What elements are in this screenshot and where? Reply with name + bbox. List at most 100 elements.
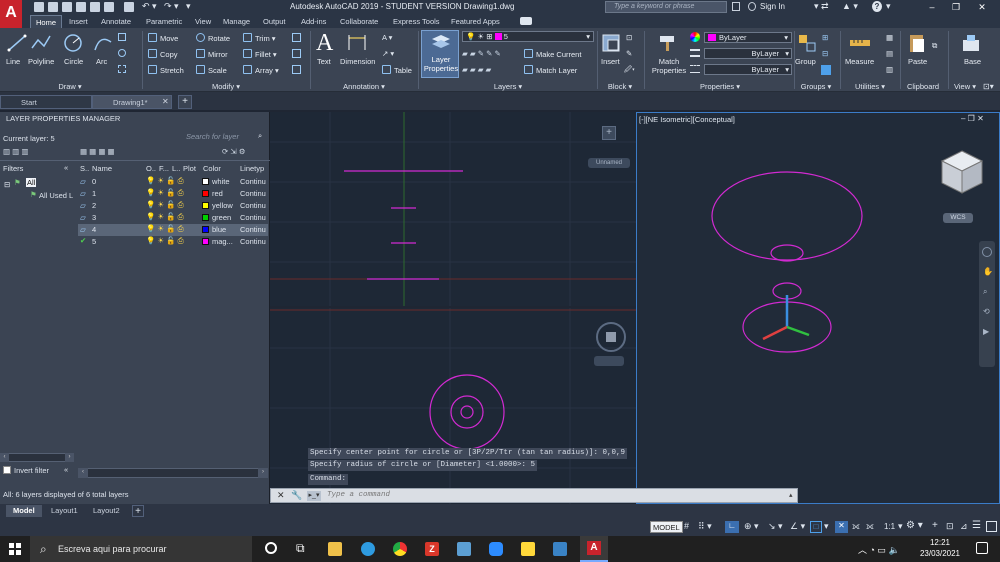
cart-icon[interactable]: ▾ ⇄ — [814, 1, 829, 12]
showmotion-icon[interactable]: ▶ — [983, 327, 989, 336]
polar-icon[interactable]: ⊕ ▾ — [744, 521, 759, 532]
redo-icon[interactable]: ↷ ▾ — [164, 1, 179, 12]
annotation-panel-label[interactable]: Annotation ▾ — [312, 81, 416, 92]
isodraft-icon[interactable]: ↘ ▾ — [768, 521, 783, 532]
autocad-logo[interactable]: A — [0, 0, 22, 28]
annotation-scale-icon[interactable]: ⟗ — [866, 521, 874, 532]
scroll-left-icon[interactable]: ‹ — [78, 468, 88, 478]
tab-featured-apps[interactable]: Featured Apps — [446, 15, 505, 28]
group-selection-icon[interactable] — [821, 65, 831, 75]
layer-on-icons[interactable]: 💡 ☀ 🔓 ⎙ — [146, 200, 184, 210]
scroll-right-icon[interactable]: › — [65, 453, 74, 462]
viewcube-top-icon[interactable]: + — [602, 126, 616, 140]
base-button[interactable]: Base — [964, 57, 981, 67]
tab-drawing1[interactable]: Drawing1* — [92, 95, 172, 109]
mirror-button[interactable]: Mirror — [196, 49, 228, 60]
command-history-toggle-icon[interactable]: ▴ — [789, 491, 793, 499]
arc-icon[interactable] — [92, 32, 114, 54]
layer-row-current[interactable]: ✔ 5 💡 ☀ 🔓 ⎙ mag... Continu — [78, 236, 268, 248]
layer-linetype[interactable]: Continu — [240, 189, 266, 198]
orbit-icon[interactable]: ⟲ — [983, 307, 990, 316]
tab-collaborate[interactable]: Collaborate — [335, 15, 383, 28]
match-properties-button[interactable]: Match Properties — [648, 57, 690, 75]
tab-add-ins[interactable]: Add-ins — [296, 15, 331, 28]
app-icon[interactable] — [521, 542, 535, 556]
filters-hscrollbar[interactable] — [0, 453, 74, 462]
layer-row[interactable]: ▱ 2 💡 ☀ 🔓 ⎙ yellow Continu — [78, 200, 268, 212]
polyline-button[interactable]: Polyline — [28, 57, 54, 67]
circle-button[interactable]: Circle — [64, 57, 83, 67]
tab-layout2[interactable]: Layout2 — [86, 505, 127, 517]
ribbon-toggle-icon[interactable] — [520, 17, 532, 25]
layer-row[interactable]: ▱ 1 💡 ☀ 🔓 ⎙ red Continu — [78, 188, 268, 200]
units-icon[interactable]: ⊡ — [946, 521, 954, 532]
col-status[interactable]: S.. — [80, 164, 89, 173]
layers-panel-label[interactable]: Layers ▾ — [420, 81, 596, 92]
tab-start[interactable]: Start — [0, 95, 92, 109]
layer-color-swatch[interactable] — [202, 202, 209, 209]
rectangle-icon[interactable] — [118, 33, 126, 41]
linetype-dropdown[interactable]: ByLayer ▾ — [704, 64, 792, 75]
layer-properties-button[interactable]: Layer Properties — [421, 30, 459, 78]
dimension-icon[interactable] — [346, 32, 368, 54]
tab-parametric[interactable]: Parametric — [141, 15, 187, 28]
scale-button[interactable]: Scale — [196, 65, 227, 76]
layer-dropdown[interactable]: 💡 ☀ ⊞ 5 ▾ — [462, 31, 594, 42]
erase-icon[interactable] — [292, 33, 301, 42]
filter-toolbar-icons[interactable]: ▥ ▥ ▥ — [3, 147, 28, 156]
quick-select-icon[interactable]: ▦ — [886, 33, 893, 43]
layer-on-icons[interactable]: 💡 ☀ 🔓 ⎙ — [146, 236, 184, 246]
viewport-front[interactable]: Specify center point for circle or [3P/2… — [270, 308, 636, 504]
customize-chevron-icon[interactable]: ▾ — [186, 1, 191, 12]
clock-date[interactable]: 23/03/2021 — [915, 549, 965, 558]
navigation-bar[interactable]: ✋ ⌕ ⟲ ▶ — [979, 241, 995, 367]
ucs-badge[interactable]: Unnamed — [588, 158, 630, 168]
taskbar-search[interactable]: Escreva aqui para procurar — [30, 536, 252, 562]
new-layout-button[interactable]: + — [132, 505, 144, 517]
col-freeze[interactable]: F... — [159, 164, 169, 173]
layer-color-swatch[interactable] — [202, 190, 209, 197]
col-color[interactable]: Color — [203, 164, 221, 173]
paste-icon[interactable] — [906, 32, 928, 54]
task-view-icon[interactable]: ⧉ — [296, 541, 305, 556]
cortana-icon[interactable] — [265, 542, 277, 554]
color-dropdown[interactable]: ByLayer ▾ — [704, 32, 792, 43]
viewcube-face[interactable] — [606, 332, 616, 342]
modify-panel-label[interactable]: Modify ▾ — [144, 81, 308, 92]
group-button[interactable]: Group — [795, 57, 816, 67]
autocad-taskbar-button[interactable]: A — [580, 536, 608, 562]
osnap-icon[interactable]: □ — [810, 521, 822, 533]
recent-commands-icon[interactable]: ▸_▾ — [307, 491, 321, 501]
create-block-icon[interactable]: ⊡ — [626, 33, 632, 43]
collapse-filters-icon[interactable]: « — [64, 163, 68, 172]
layer-row-selected[interactable]: ▱ 4 💡 ☀ 🔓 ⎙ blue Continu — [78, 224, 268, 236]
clipboard-panel-label[interactable]: Clipboard — [900, 81, 946, 92]
chrome-icon[interactable] — [393, 542, 407, 556]
ungroup-icon[interactable]: ⊞ — [822, 33, 828, 43]
scroll-right-icon[interactable]: › — [258, 468, 268, 478]
insert-button[interactable]: Insert — [601, 57, 620, 67]
utilities-panel-label[interactable]: Utilities ▾ — [842, 81, 898, 92]
block-panel-label[interactable]: Block ▾ — [598, 81, 642, 92]
object-track-icon[interactable]: ∠ ▾ — [790, 521, 805, 532]
grid-icon[interactable]: # — [684, 521, 689, 531]
collapse-filters-icon[interactable]: « — [64, 465, 68, 474]
tree-collapse-icon[interactable]: ⊟ — [4, 180, 10, 189]
save-icon[interactable] — [62, 2, 72, 12]
command-input[interactable]: Type a command — [327, 491, 390, 499]
refresh-settings-icons[interactable]: ⟳ ⇲ ⚙ — [222, 147, 245, 156]
properties-panel-label[interactable]: Properties ▾ — [646, 81, 794, 92]
help-icon[interactable]: ? — [872, 1, 882, 12]
scroll-left-icon[interactable]: ‹ — [0, 453, 9, 462]
layer-linetype[interactable]: Continu — [240, 225, 266, 234]
filter-all[interactable]: All — [26, 178, 37, 187]
layer-linetype[interactable]: Continu — [240, 237, 266, 246]
viewcube-icon[interactable] — [937, 147, 987, 207]
groups-panel-label[interactable]: Groups ▾ — [794, 81, 838, 92]
move-button[interactable]: Move — [148, 33, 178, 44]
layer-on-icons[interactable]: 💡 ☀ 🔓 ⎙ — [146, 224, 184, 234]
ucs-badge[interactable] — [594, 356, 624, 366]
close-button[interactable]: ✕ — [970, 1, 994, 14]
trim-button[interactable]: Trim ▾ — [243, 33, 276, 44]
layer-linetype[interactable]: Continu — [240, 201, 266, 210]
